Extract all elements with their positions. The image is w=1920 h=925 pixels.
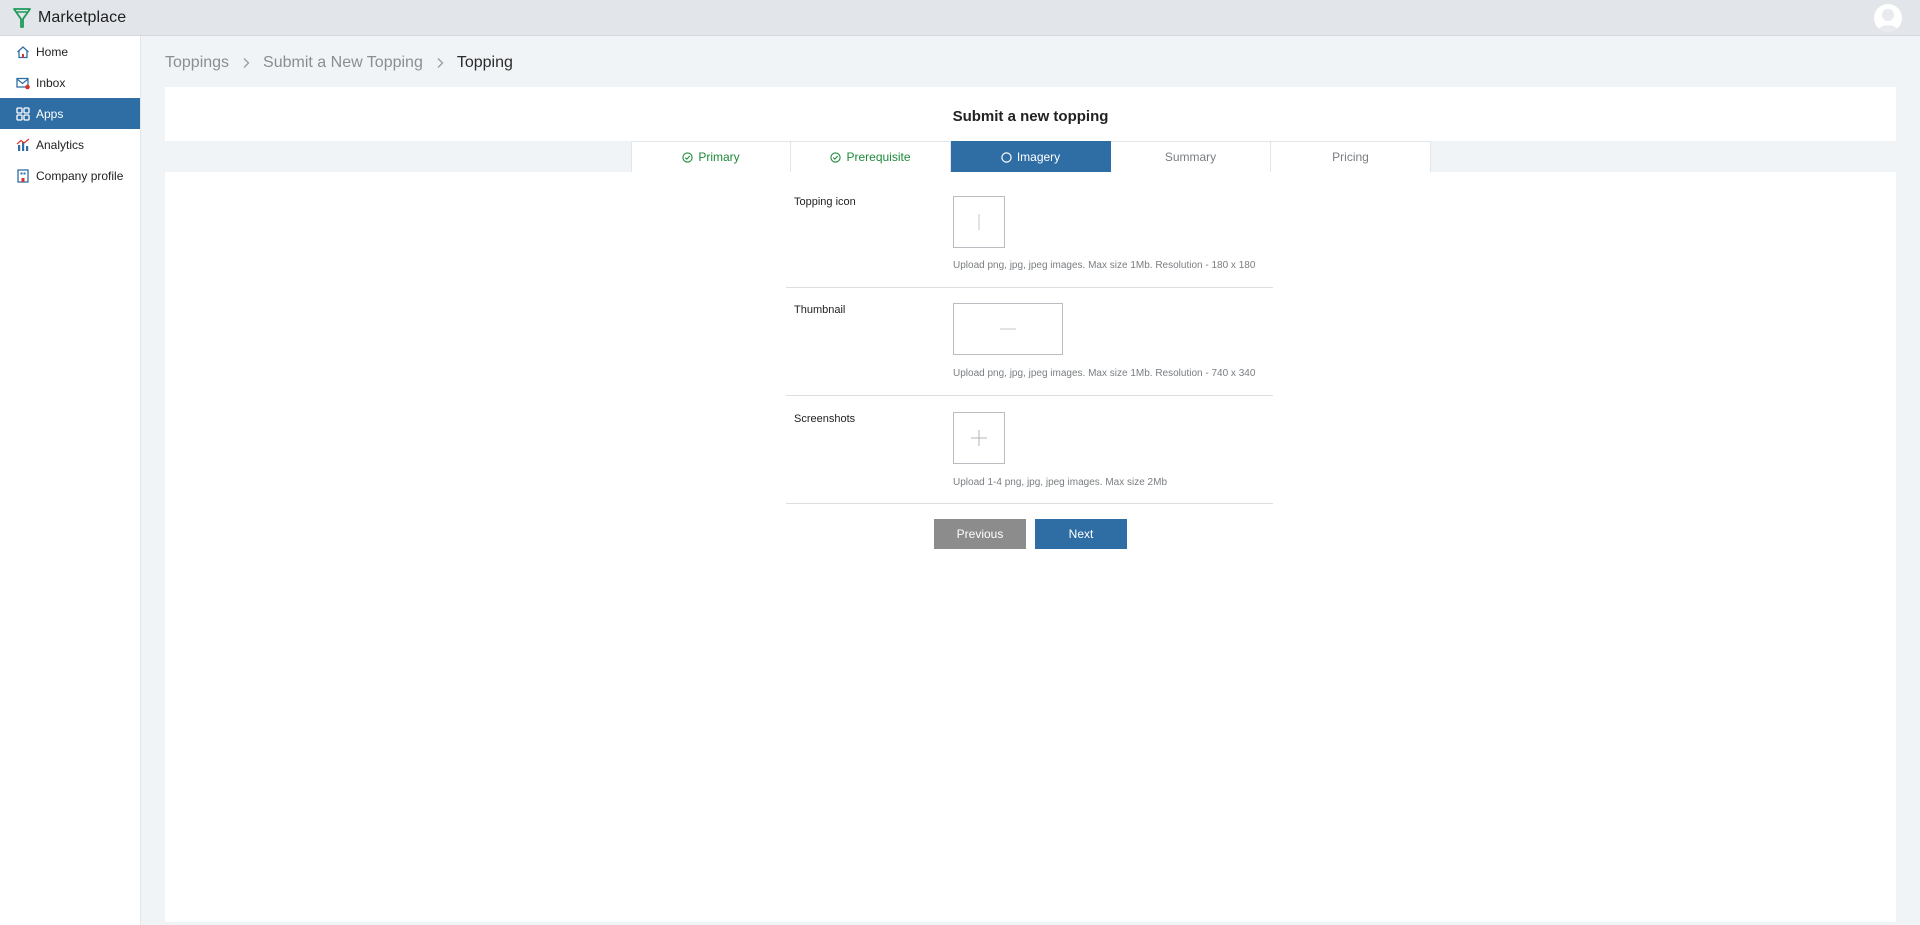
step-tabs-band: Primary Prerequisite Imagery Summary Pri… [165,141,1896,172]
screenshots-upload[interactable] [953,412,1005,464]
previous-button[interactable]: Previous [934,519,1026,549]
topping-icon-row: Topping icon Upload png, jpg, jpeg image… [786,172,1273,288]
sidebar-item-label: Inbox [36,75,66,90]
chevron-right-icon [242,57,250,69]
next-button[interactable]: Next [1035,519,1127,549]
tab-label: Imagery [1016,150,1061,164]
breadcrumb-submit-new-topping[interactable]: Submit a New Topping [263,54,423,72]
sidebar: Home Inbox Apps Analytics Company profil… [0,36,141,925]
breadcrumb-current-topping: Topping [456,54,513,71]
inbox-icon [16,76,30,90]
tab-label: Pricing [1332,150,1369,164]
thumbnail-upload[interactable] [953,303,1063,355]
thumbnail-label: Thumbnail [794,304,846,316]
user-avatar-icon [1877,9,1899,32]
tab-primary[interactable]: Primary [631,141,791,172]
topping-icon-label: Topping icon [794,196,856,208]
topping-icon-upload[interactable] [953,196,1005,248]
thumbnail-hint: Upload png, jpg, jpeg images. Max size 1… [953,368,1256,379]
breadcrumb: Toppings Submit a New Topping Topping [165,54,513,72]
sidebar-item-label: Company profile [36,168,124,183]
marketplace-logo-icon [13,7,31,28]
brand[interactable]: Marketplace [13,7,127,28]
screenshots-hint: Upload 1-4 png, jpg, jpeg images. Max si… [953,477,1168,488]
sidebar-item-inbox[interactable]: Inbox [0,67,140,98]
screenshots-label: Screenshots [794,413,856,425]
landscape-placeholder-icon [1000,328,1016,330]
user-avatar[interactable] [1874,4,1902,32]
company-icon [16,168,30,183]
check-circle-icon [682,151,693,163]
sidebar-item-company-profile[interactable]: Company profile [0,160,140,191]
tab-label: Primary [698,150,740,164]
sidebar-item-label: Apps [36,106,64,121]
page-title: Submit a new topping [952,108,1109,125]
sidebar-item-label: Analytics [36,137,85,152]
sidebar-item-label: Home [36,44,69,59]
imagery-form: Topping icon Upload png, jpg, jpeg image… [786,172,1273,504]
step-tabs: Primary Prerequisite Imagery Summary Pri… [631,141,1431,172]
tab-prerequisite[interactable]: Prerequisite [791,141,951,172]
screenshots-row: Screenshots Upload 1-4 png, jpg, jpeg im… [786,396,1273,504]
check-circle-icon [830,151,842,163]
submission-card: Submit a new topping Primary Prerequisit… [165,87,1896,922]
app-title: Marketplace [38,8,127,26]
home-icon [16,45,30,59]
breadcrumb-toppings[interactable]: Toppings [165,54,229,72]
tab-summary[interactable]: Summary [1111,141,1271,172]
sidebar-item-home[interactable]: Home [0,36,140,67]
form-actions: Previous Next [934,519,1127,549]
tab-label: Summary [1164,150,1217,164]
apps-icon [16,106,30,121]
tab-imagery[interactable]: Imagery [951,141,1111,172]
thumbnail-row: Thumbnail Upload png, jpg, jpeg images. … [786,288,1273,396]
plus-icon [971,430,987,446]
portrait-placeholder-icon [978,214,980,230]
topping-icon-hint: Upload png, jpg, jpeg images. Max size 1… [953,260,1256,271]
chevron-right-icon [436,57,444,69]
tab-pricing[interactable]: Pricing [1271,141,1431,172]
sidebar-item-analytics[interactable]: Analytics [0,129,140,160]
tab-label: Prerequisite [846,150,911,164]
top-bar: Marketplace [0,0,1920,36]
circle-icon [1001,151,1012,163]
sidebar-item-apps[interactable]: Apps [0,98,140,129]
analytics-icon [16,138,30,152]
